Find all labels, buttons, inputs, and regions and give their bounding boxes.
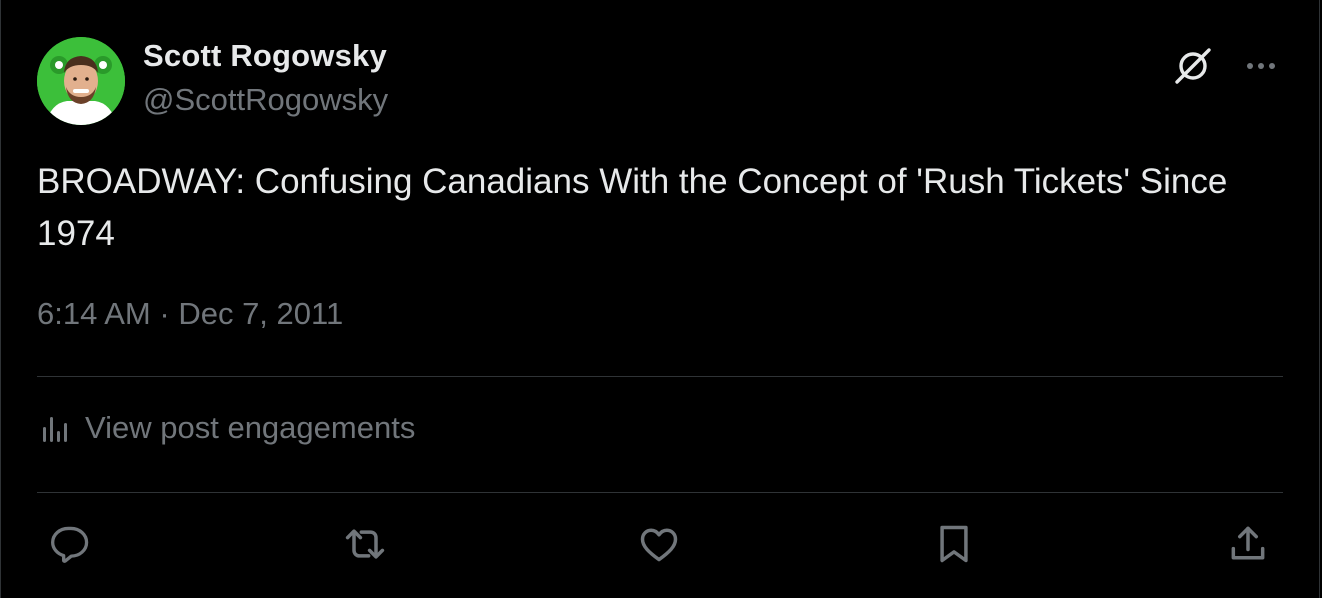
tweet-time[interactable]: 6:14 AM: [37, 296, 151, 331]
divider: [37, 492, 1283, 493]
divider: [37, 376, 1283, 377]
share-icon: [1231, 526, 1265, 560]
retweet-icon: [345, 529, 385, 559]
share-button[interactable]: [1224, 520, 1272, 568]
reply-icon: [51, 526, 89, 563]
more-icon[interactable]: [1241, 48, 1281, 84]
analytics-icon: [43, 417, 67, 442]
bookmark-button[interactable]: [930, 520, 978, 568]
reply-button[interactable]: [47, 520, 95, 568]
grok-icon[interactable]: [1171, 44, 1215, 88]
tweet-card: Scott Rogowsky @ScottRogowsky BROADWAY: …: [0, 0, 1320, 598]
view-engagements-label: View post engagements: [85, 410, 416, 445]
tweet-date[interactable]: Dec 7, 2011: [178, 296, 343, 331]
avatar-image: [37, 37, 125, 125]
view-engagements-link[interactable]: View post engagements: [39, 410, 415, 446]
like-button[interactable]: [635, 520, 683, 568]
author-display-name[interactable]: Scott Rogowsky: [143, 38, 387, 74]
tweet-text: BROADWAY: Confusing Canadians With the C…: [37, 162, 1228, 253]
tweet-timestamp[interactable]: 6:14 AM · Dec 7, 2011: [37, 296, 343, 332]
bookmark-icon: [940, 525, 968, 563]
author-handle[interactable]: @ScottRogowsky: [143, 82, 388, 118]
like-icon: [640, 528, 678, 562]
timestamp-separator: ·: [159, 296, 170, 331]
avatar[interactable]: [37, 37, 125, 125]
retweet-button[interactable]: [341, 520, 389, 568]
